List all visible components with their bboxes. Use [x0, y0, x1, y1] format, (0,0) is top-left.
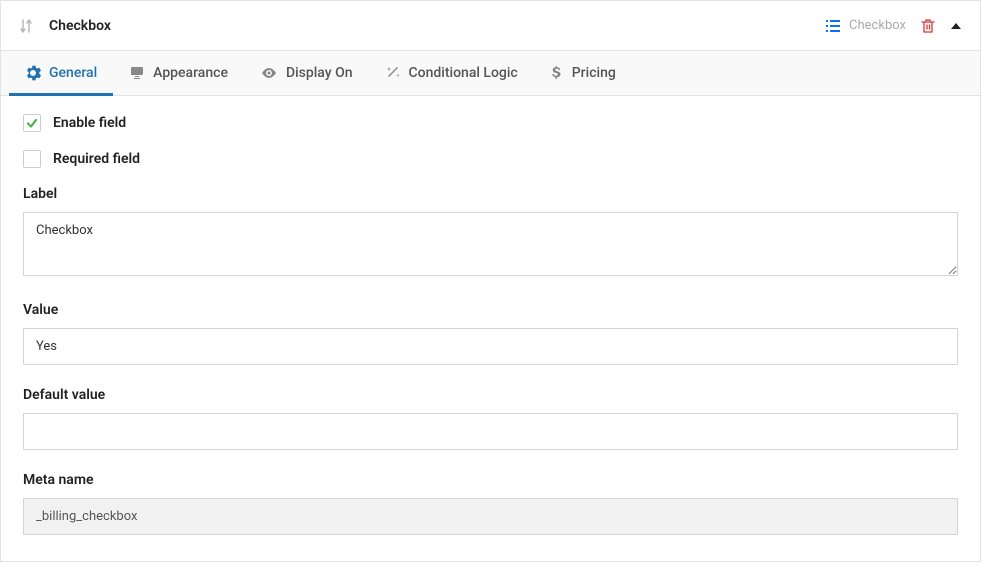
- field-settings-panel: Checkbox Checkbox: [0, 0, 981, 562]
- enable-field-checkbox[interactable]: [23, 114, 41, 132]
- panel-title: Checkbox: [49, 18, 111, 34]
- tab-conditional-logic[interactable]: Conditional Logic: [369, 51, 534, 95]
- gear-icon: [25, 65, 41, 81]
- tabs-nav: General Appearance Display On Conditiona…: [1, 51, 980, 96]
- field-type-label: Checkbox: [849, 18, 906, 33]
- drag-handle-icon[interactable]: [19, 18, 33, 34]
- collapse-toggle-icon[interactable]: [950, 20, 962, 32]
- label-group: Label: [23, 186, 958, 280]
- value-field-label: Value: [23, 302, 958, 318]
- tab-label: Appearance: [153, 65, 228, 81]
- field-type-chip: Checkbox: [825, 18, 906, 34]
- tab-label: Display On: [286, 65, 353, 81]
- appearance-icon: [129, 65, 145, 81]
- value-field-input[interactable]: [23, 328, 958, 365]
- panel-header: Checkbox Checkbox: [1, 1, 980, 51]
- delete-button[interactable]: [920, 18, 936, 34]
- tab-label: Conditional Logic: [409, 65, 518, 81]
- default-value-group: Default value: [23, 387, 958, 450]
- meta-name-group: Meta name: [23, 472, 958, 535]
- panel-header-right: Checkbox: [825, 18, 962, 34]
- required-field-checkbox[interactable]: [23, 150, 41, 168]
- label-field-label: Label: [23, 186, 958, 202]
- enable-field-row: Enable field: [23, 114, 958, 132]
- eye-icon: [260, 65, 278, 81]
- wand-icon: [385, 65, 401, 81]
- tab-display-on[interactable]: Display On: [244, 51, 369, 95]
- dollar-icon: [550, 65, 564, 81]
- tab-pricing[interactable]: Pricing: [534, 51, 632, 95]
- meta-name-field-label: Meta name: [23, 472, 958, 488]
- enable-field-label: Enable field: [53, 115, 126, 131]
- label-field-input[interactable]: [23, 212, 958, 276]
- tab-label: General: [49, 65, 97, 81]
- tab-label: Pricing: [572, 65, 616, 81]
- default-value-field-input[interactable]: [23, 413, 958, 450]
- tab-appearance[interactable]: Appearance: [113, 51, 244, 95]
- required-field-label: Required field: [53, 151, 140, 167]
- default-value-field-label: Default value: [23, 387, 958, 403]
- general-tab-content: Enable field Required field Label Value …: [1, 96, 980, 561]
- list-icon: [825, 18, 841, 34]
- panel-header-left: Checkbox: [19, 18, 111, 34]
- tab-general[interactable]: General: [9, 51, 113, 95]
- value-group: Value: [23, 302, 958, 365]
- required-field-row: Required field: [23, 150, 958, 168]
- meta-name-field-input: [23, 498, 958, 535]
